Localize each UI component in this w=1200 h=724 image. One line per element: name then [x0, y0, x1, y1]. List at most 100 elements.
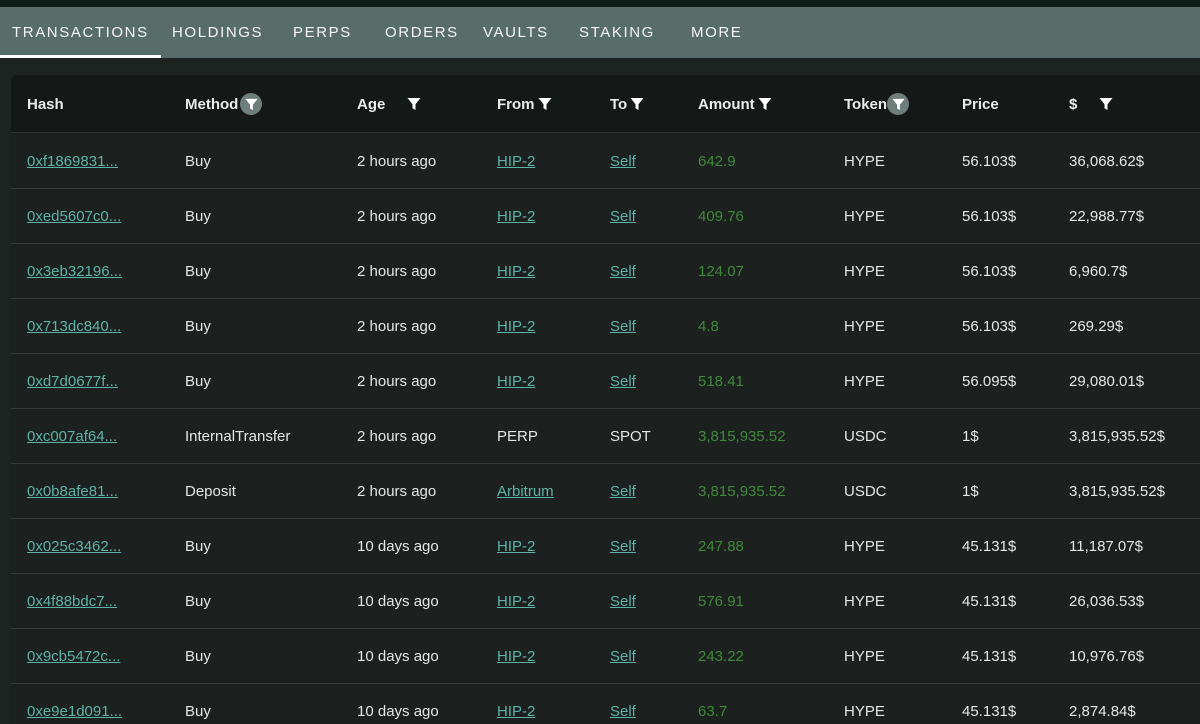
to-link[interactable]: Self: [610, 703, 636, 720]
from-link[interactable]: HIP-2: [497, 703, 535, 720]
from-filter-icon[interactable]: [536, 95, 554, 113]
from-cell: HIP-2: [497, 629, 535, 684]
amount-cell: 576.91: [698, 574, 744, 629]
column-header-from-label: From: [497, 95, 535, 113]
price-cell: 45.131$: [962, 574, 1016, 629]
hash-link[interactable]: 0xed5607c0...: [27, 208, 121, 225]
hash-link[interactable]: 0xd7d0677f...: [27, 373, 118, 390]
from-link[interactable]: HIP-2: [497, 593, 535, 610]
token-cell: USDC: [844, 409, 887, 464]
tab-vaults[interactable]: VAULTS: [483, 7, 549, 58]
tab-transactions[interactable]: TRANSACTIONS: [0, 7, 161, 58]
from-link[interactable]: HIP-2: [497, 318, 535, 335]
token-cell: HYPE: [844, 189, 885, 244]
hash-link[interactable]: 0xf1869831...: [27, 153, 118, 170]
from-link[interactable]: HIP-2: [497, 153, 535, 170]
column-header-to: To: [610, 75, 646, 133]
hash-link[interactable]: 0x0b8afe81...: [27, 483, 118, 500]
price-value: 1$: [962, 483, 979, 500]
tab-holdings[interactable]: HOLDINGS: [172, 7, 263, 58]
amount-value: 576.91: [698, 593, 744, 610]
usd-value-value: 22,988.77$: [1069, 208, 1145, 225]
to-value: SPOT: [610, 428, 651, 445]
to-link[interactable]: Self: [610, 318, 636, 335]
age-value: 2 hours ago: [357, 153, 437, 170]
tab-orders[interactable]: ORDERS: [385, 7, 459, 58]
from-link[interactable]: HIP-2: [497, 373, 535, 390]
column-header-method-label: Method: [185, 95, 239, 113]
age-cell: 2 hours ago: [357, 134, 436, 189]
tab-staking[interactable]: STAKING: [579, 7, 655, 58]
token-value: USDC: [844, 483, 887, 500]
price-value: 45.131$: [962, 538, 1017, 555]
column-header-price: Price: [962, 75, 999, 133]
price-cell: 56.103$: [962, 189, 1016, 244]
hash-link[interactable]: 0x9cb5472c...: [27, 648, 120, 665]
table-header: Hash Method Age From To Amount Token Pri…: [11, 75, 1200, 133]
to-link[interactable]: Self: [610, 263, 636, 280]
hash-link[interactable]: 0x713dc840...: [27, 318, 121, 335]
age-cell: 10 days ago: [357, 629, 439, 684]
to-cell: Self: [610, 684, 636, 724]
token-value: HYPE: [844, 373, 885, 390]
hash-link[interactable]: 0x4f88bdc7...: [27, 593, 117, 610]
age-value: 2 hours ago: [357, 263, 437, 280]
hash-link[interactable]: 0x025c3462...: [27, 538, 121, 555]
hash-link[interactable]: 0x3eb32196...: [27, 263, 122, 280]
from-cell: HIP-2: [497, 134, 535, 189]
top-strip: [0, 0, 1200, 7]
to-link[interactable]: Self: [610, 208, 636, 225]
column-header-age: Age: [357, 75, 423, 133]
age-cell: 2 hours ago: [357, 299, 436, 354]
to-link[interactable]: Self: [610, 153, 636, 170]
table-row: 0x713dc840... Buy 2 hours ago HIP-2 Self 4.8 H…: [11, 299, 1200, 354]
price-cell: 1$: [962, 409, 979, 464]
hash-link: 0xc007af64...: [27, 409, 117, 464]
amount-filter-icon[interactable]: [756, 95, 774, 113]
from-link[interactable]: HIP-2: [497, 208, 535, 225]
from-link[interactable]: Arbitrum: [497, 483, 554, 500]
method-value: Buy: [185, 318, 211, 335]
to-link[interactable]: Self: [610, 648, 636, 665]
age-value: 2 hours ago: [357, 373, 437, 390]
token-cell: HYPE: [844, 299, 885, 354]
table-row: 0xd7d0677f... Buy 2 hours ago HIP-2 Self 518.…: [11, 354, 1200, 409]
age-value: 10 days ago: [357, 593, 439, 610]
usd-filter-icon[interactable]: [1097, 95, 1115, 113]
price-value: 56.103$: [962, 318, 1017, 335]
token-filter-icon[interactable]: [887, 93, 910, 115]
token-cell: HYPE: [844, 519, 885, 574]
method-cell: Buy: [185, 299, 211, 354]
method-cell: Buy: [185, 629, 211, 684]
from-value: PERP: [497, 428, 538, 445]
method-filter-icon[interactable]: [240, 93, 263, 115]
from-link[interactable]: HIP-2: [497, 538, 535, 555]
to-link[interactable]: Self: [610, 483, 636, 500]
hash-link[interactable]: 0xc007af64...: [27, 428, 117, 445]
from-cell: HIP-2: [497, 519, 535, 574]
hash-link[interactable]: 0xe9e1d091...: [27, 703, 122, 720]
usd-value-value: 269.29$: [1069, 318, 1124, 335]
from-link[interactable]: HIP-2: [497, 648, 535, 665]
to-filter-icon[interactable]: [628, 95, 646, 113]
method-value: Buy: [185, 538, 211, 555]
to-link[interactable]: Self: [610, 593, 636, 610]
from-cell: HIP-2: [497, 354, 535, 409]
table-row: 0x0b8afe81... Deposit 2 hours ago Arbitrum S…: [11, 464, 1200, 519]
to-link[interactable]: Self: [610, 373, 636, 390]
transactions-panel: Hash Method Age From To Amount Token Pri…: [0, 58, 1200, 724]
method-value: Buy: [185, 153, 211, 170]
method-cell: Buy: [185, 519, 211, 574]
to-link[interactable]: Self: [610, 538, 636, 555]
tab-perps[interactable]: PERPS: [293, 7, 352, 58]
usd-value-cell: 3,815,935.52$: [1069, 409, 1165, 464]
age-cell: 2 hours ago: [357, 409, 436, 464]
age-filter-icon[interactable]: [405, 95, 423, 113]
column-header-amount: Amount: [698, 75, 774, 133]
column-header-age-label: Age: [357, 95, 386, 113]
to-cell: Self: [610, 464, 636, 519]
hash-link: 0x9cb5472c...: [27, 629, 120, 684]
tab-more[interactable]: MORE: [691, 7, 742, 58]
from-link[interactable]: HIP-2: [497, 263, 535, 280]
age-cell: 2 hours ago: [357, 464, 436, 519]
